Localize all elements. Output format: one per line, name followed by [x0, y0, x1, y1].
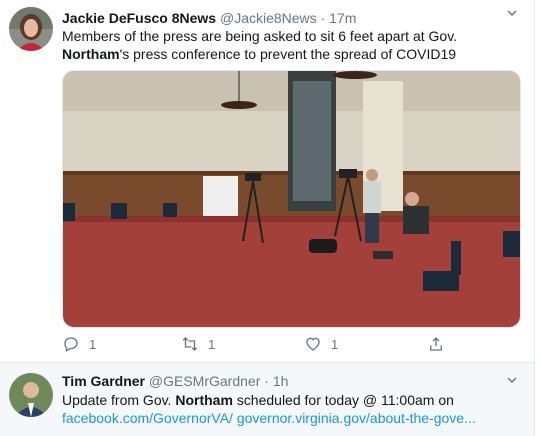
- timeline-border: [534, 0, 541, 435]
- avatar[interactable]: [9, 7, 53, 51]
- tweet-text-part: 's press conference to prevent the sprea…: [119, 46, 457, 62]
- share-icon: [430, 337, 442, 351]
- chevron-down-icon[interactable]: [506, 373, 518, 389]
- tweet-header: Tim Gardner @GESMrGardner · 1h: [62, 373, 288, 389]
- tweet-card[interactable]: Jackie DeFusco 8News @Jackie8News · 17m …: [0, 0, 535, 362]
- reply-icon: [64, 337, 78, 352]
- retweet-icon: [182, 337, 198, 351]
- share-button[interactable]: [427, 335, 454, 353]
- chevron-down-icon[interactable]: [506, 6, 518, 22]
- highlighted-term: Northam: [175, 392, 233, 408]
- tweet-header: Jackie DeFusco 8News @Jackie8News · 17m: [62, 10, 356, 26]
- tweet-photo[interactable]: [62, 70, 521, 328]
- retweet-button[interactable]: 1: [181, 335, 215, 353]
- tweet-text-part: scheduled for today @ 11:00am on: [232, 392, 454, 408]
- timestamp[interactable]: 17m: [329, 10, 356, 26]
- governor-link[interactable]: governor.virginia.gov/about-the-gove...: [237, 410, 476, 426]
- reply-button[interactable]: 1: [62, 335, 96, 353]
- separator: ·: [320, 10, 326, 26]
- tweet-text: Members of the press are being asked to …: [62, 27, 522, 63]
- tweet-text: Update from Gov. Northam scheduled for t…: [62, 391, 522, 427]
- tweet-actions: 1 1 1: [62, 335, 462, 355]
- like-icon: [306, 337, 320, 351]
- facebook-link[interactable]: facebook.com/GovernorVA/: [62, 410, 233, 426]
- tweet-text-part: Members of the press are being asked to …: [62, 28, 458, 44]
- tweet-card[interactable]: Tim Gardner @GESMrGardner · 1h Update fr…: [0, 362, 535, 436]
- like-button[interactable]: 1: [304, 335, 338, 353]
- separator: ·: [264, 373, 269, 389]
- reply-count: 1: [89, 336, 97, 352]
- timestamp[interactable]: 1h: [273, 373, 289, 389]
- avatar[interactable]: [9, 373, 53, 417]
- retweet-count: 1: [208, 336, 216, 352]
- display-name[interactable]: Tim Gardner: [62, 373, 145, 389]
- like-count: 1: [331, 336, 339, 352]
- user-handle[interactable]: @GESMrGardner: [149, 373, 260, 389]
- user-handle[interactable]: @Jackie8News: [220, 10, 317, 26]
- tweet-text-part: Update from Gov.: [62, 392, 176, 408]
- display-name[interactable]: Jackie DeFusco 8News: [62, 10, 216, 26]
- highlighted-term: Northam: [62, 46, 120, 62]
